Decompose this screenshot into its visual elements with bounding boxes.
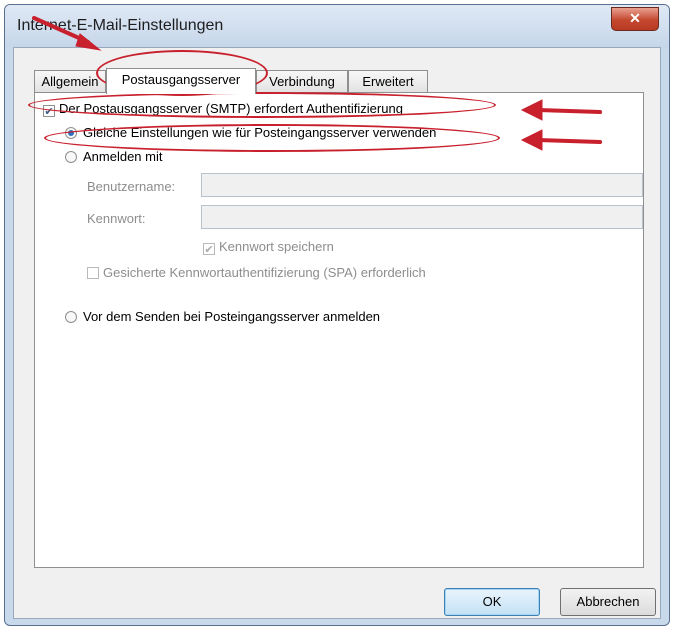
annotation-arrowhead-tab bbox=[75, 33, 102, 51]
annotation-arrow-smtp-auth bbox=[536, 108, 602, 114]
annotation-arrow-same-settings bbox=[536, 138, 602, 144]
annotation-arrowhead-same-settings bbox=[520, 129, 543, 151]
tab-postausgangsserver[interactable]: Postausgangsserver bbox=[106, 68, 256, 94]
annotation-arrows bbox=[32, 16, 602, 151]
annotation-arrowhead-smtp-auth bbox=[520, 99, 543, 121]
